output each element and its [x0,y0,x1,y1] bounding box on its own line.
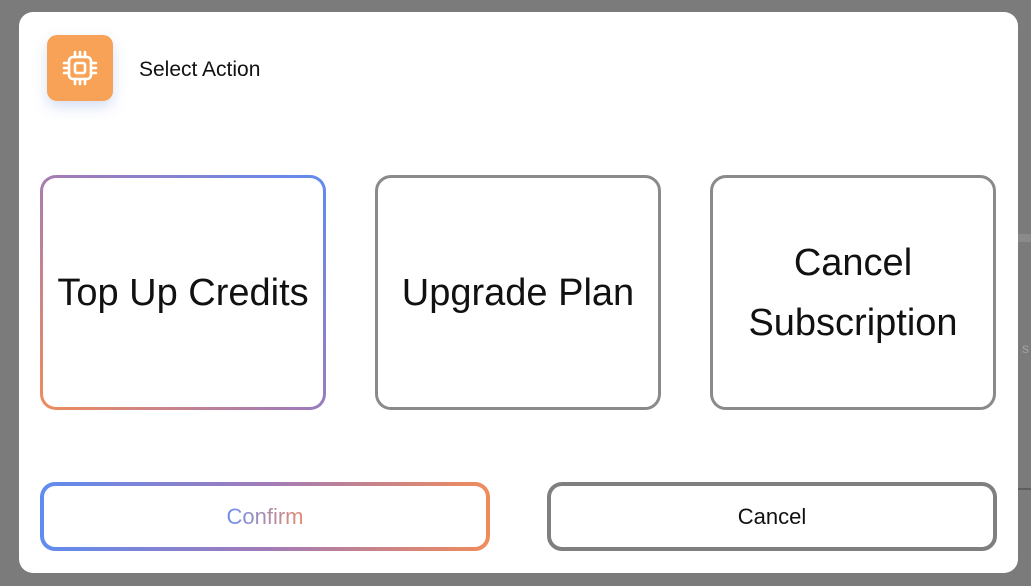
backdrop-glyph: s [1022,340,1029,356]
option-label: Top Up Credits [57,271,309,314]
option-cancel-subscription[interactable]: Cancel Subscription [710,175,996,410]
cancel-label: Cancel [737,503,807,529]
option-upgrade-plan[interactable]: Upgrade Plan [375,175,661,410]
confirm-label: Confirm [226,503,304,529]
backdrop-strip [1017,234,1031,242]
dialog-title: Select Action [139,58,261,81]
option-top-up-credits[interactable]: Top Up Credits [40,175,326,410]
confirm-button[interactable]: Confirm [40,482,490,551]
select-action-dialog: Select Action Top Up Credits Upgrade Pla… [19,12,1018,573]
option-label: Cancel Subscription [748,241,958,344]
cpu-chip-icon [47,35,113,101]
backdrop-divider [1017,488,1031,490]
option-label: Upgrade Plan [401,271,635,314]
cancel-button[interactable]: Cancel [547,482,997,551]
